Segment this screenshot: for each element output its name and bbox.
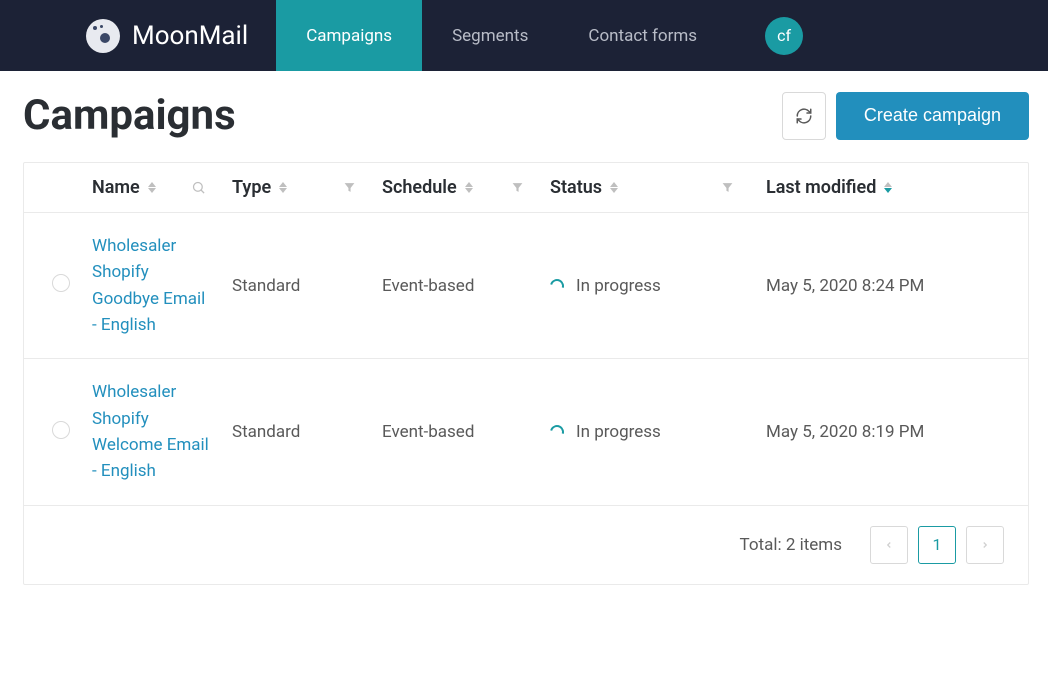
table-row: Wholesaler Shopify Goodbye Email - Engli… (24, 213, 1028, 359)
top-nav: MoonMail Campaigns Segments Contact form… (0, 0, 1048, 71)
filter-icon[interactable] (343, 181, 356, 194)
chevron-right-icon (980, 539, 990, 551)
logo[interactable]: MoonMail (86, 19, 248, 53)
table-footer: Total: 2 items 1 (24, 506, 1028, 584)
cell-status: In progress (542, 213, 752, 359)
sort-name[interactable] (148, 182, 156, 193)
campaigns-table: Name Type (23, 162, 1029, 585)
column-status[interactable]: Status (542, 163, 752, 213)
cell-last-modified: May 5, 2020 8:19 PM (752, 359, 1028, 505)
cell-schedule: Event-based (374, 359, 542, 505)
nav-campaigns[interactable]: Campaigns (276, 0, 422, 71)
spinner-icon (547, 276, 566, 295)
pager-next[interactable] (966, 526, 1004, 564)
campaign-link[interactable]: Wholesaler Shopify Welcome Email - Engli… (92, 379, 212, 484)
column-name[interactable]: Name (84, 163, 224, 213)
column-schedule-label: Schedule (382, 177, 457, 198)
campaign-link[interactable]: Wholesaler Shopify Goodbye Email - Engli… (92, 233, 212, 338)
avatar[interactable]: cf (765, 17, 803, 55)
row-checkbox[interactable] (52, 421, 70, 439)
status-text: In progress (576, 276, 661, 296)
sort-last-modified[interactable] (884, 182, 892, 193)
app-name: MoonMail (132, 21, 248, 51)
sort-status[interactable] (610, 182, 618, 193)
search-icon[interactable] (191, 180, 206, 195)
column-select (24, 163, 84, 213)
status-text: In progress (576, 422, 661, 442)
column-schedule[interactable]: Schedule (374, 163, 542, 213)
sort-type[interactable] (279, 182, 287, 193)
column-type[interactable]: Type (224, 163, 374, 213)
cell-last-modified: May 5, 2020 8:24 PM (752, 213, 1028, 359)
cell-type: Standard (224, 359, 374, 505)
column-status-label: Status (550, 177, 602, 198)
total-count: Total: 2 items (740, 535, 842, 555)
logo-icon (86, 19, 120, 53)
nav-contact-forms[interactable]: Contact forms (558, 0, 727, 71)
primary-nav: Campaigns Segments Contact forms (276, 0, 727, 71)
cell-schedule: Event-based (374, 213, 542, 359)
nav-segments[interactable]: Segments (422, 0, 558, 71)
sort-schedule[interactable] (465, 182, 473, 193)
table-row: Wholesaler Shopify Welcome Email - Engli… (24, 359, 1028, 505)
column-last-modified[interactable]: Last modified (752, 163, 1028, 213)
pager-page-1[interactable]: 1 (918, 526, 956, 564)
column-last-modified-label: Last modified (766, 177, 876, 198)
row-checkbox[interactable] (52, 274, 70, 292)
chevron-left-icon (884, 539, 894, 551)
column-type-label: Type (232, 177, 271, 198)
spinner-icon (547, 423, 566, 442)
filter-icon[interactable] (511, 181, 524, 194)
cell-status: In progress (542, 359, 752, 505)
pagination: 1 (870, 526, 1004, 564)
cell-type: Standard (224, 213, 374, 359)
pager-prev[interactable] (870, 526, 908, 564)
create-campaign-button[interactable]: Create campaign (836, 92, 1029, 140)
refresh-button[interactable] (782, 92, 826, 140)
filter-icon[interactable] (721, 181, 734, 194)
column-name-label: Name (92, 177, 140, 198)
refresh-icon (795, 107, 813, 125)
page-title: Campaigns (23, 91, 236, 140)
